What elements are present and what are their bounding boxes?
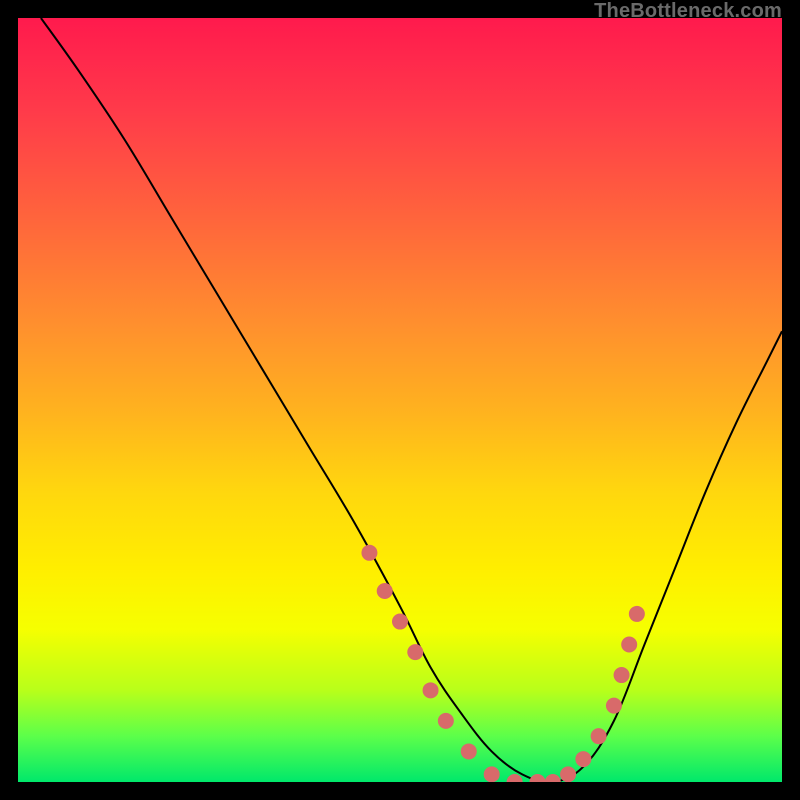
curve-marker <box>530 774 546 782</box>
curve-marker <box>392 614 408 630</box>
curve-marker <box>461 743 477 759</box>
curve-marker <box>560 766 576 782</box>
curve-marker <box>377 583 393 599</box>
watermark-text: TheBottleneck.com <box>594 0 782 23</box>
curve-marker <box>575 751 591 767</box>
curve-marker <box>591 728 607 744</box>
curve-marker <box>438 713 454 729</box>
curve-marker <box>423 682 439 698</box>
plot-area <box>18 18 782 782</box>
curve-marker <box>614 667 630 683</box>
marker-layer <box>361 545 644 782</box>
curve-marker <box>407 644 423 660</box>
curve-marker <box>629 606 645 622</box>
bottleneck-curve <box>41 18 782 782</box>
curve-marker <box>484 766 500 782</box>
chart-stage: TheBottleneck.com <box>0 0 800 800</box>
plot-svg <box>18 18 782 782</box>
curve-marker <box>361 545 377 561</box>
curve-marker <box>545 774 561 782</box>
curve-marker <box>606 698 622 714</box>
curve-marker <box>621 636 637 652</box>
curve-marker <box>507 774 523 782</box>
